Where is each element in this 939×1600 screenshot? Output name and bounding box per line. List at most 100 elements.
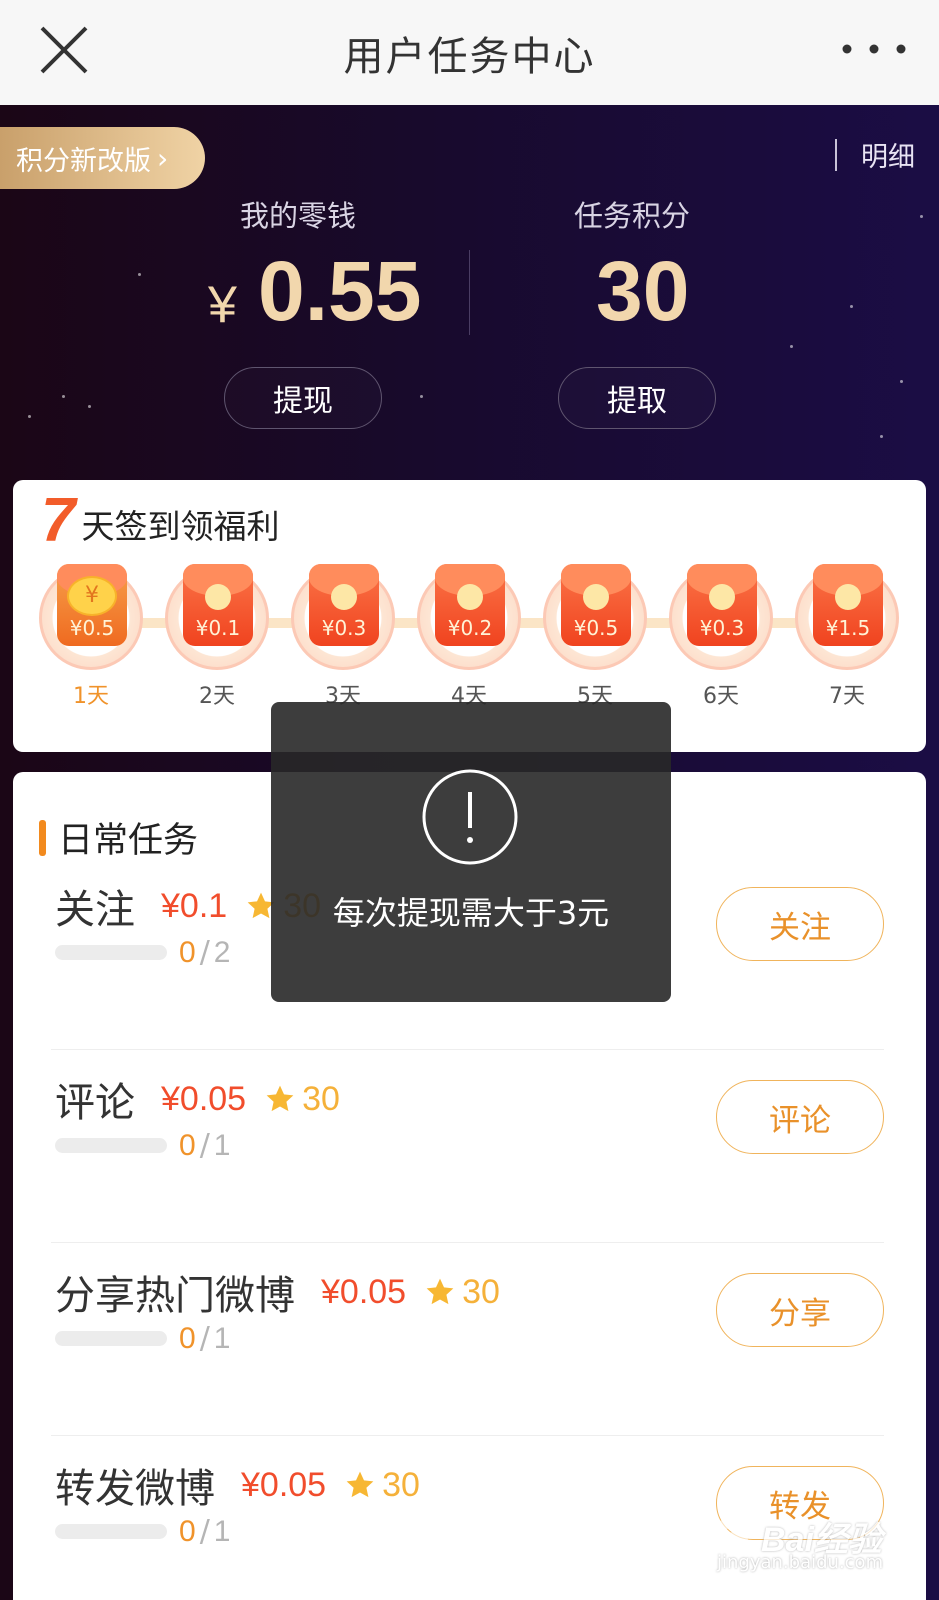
star-icon: [266, 1085, 294, 1112]
points-revamp-badge[interactable]: 积分新改版 ›: [0, 127, 205, 189]
red-packet-icon: ¥0.2: [435, 564, 505, 646]
red-packet-icon: ¥0.3: [309, 564, 379, 646]
progress-total: 2: [213, 935, 231, 969]
progress-bar: [55, 1524, 167, 1539]
task-reward-money: ¥0.05: [241, 1465, 327, 1504]
wallet-label: 我的零钱: [240, 199, 357, 233]
day-amount: ¥0.3: [699, 616, 745, 640]
star-icon: [346, 1471, 374, 1498]
nav-bar: 用户任务中心: [0, 0, 939, 105]
follow-button[interactable]: 关注: [716, 887, 884, 961]
progress-current: 0: [179, 935, 196, 969]
day-label: 2天: [199, 684, 235, 709]
task-name: 转发微博: [55, 1466, 215, 1512]
star-icon: [426, 1278, 454, 1305]
tasks-header: 日常任务: [39, 812, 198, 863]
day-label: 1天: [73, 684, 109, 709]
day-amount: ¥0.5: [69, 616, 115, 640]
task-progress: 0 / 1: [55, 1128, 230, 1163]
detail-link[interactable]: 明细: [835, 135, 915, 174]
page-title: 用户任务中心: [343, 33, 596, 80]
separator: [835, 138, 837, 171]
progress-total: 1: [213, 1321, 231, 1355]
task-name: 分享热门微博: [55, 1273, 295, 1319]
signin-day-7[interactable]: ¥1.5 7天: [795, 564, 899, 709]
progress-current: 0: [179, 1128, 196, 1162]
task-reward-money: ¥0.1: [161, 886, 228, 925]
signin-title: 7 天签到领福利: [41, 490, 279, 552]
share-button[interactable]: 分享: [716, 1273, 884, 1347]
toast: 每次提现需大于3元: [271, 702, 671, 1002]
day-amount: ¥0.1: [195, 616, 241, 640]
more-icon[interactable]: [839, 36, 909, 62]
signin-day-2[interactable]: ¥0.1 2天: [165, 564, 269, 709]
red-packet-icon: ¥0.3: [687, 564, 757, 646]
task-reward-points: 30: [302, 1079, 340, 1118]
points-value: 30: [596, 244, 690, 338]
progress-separator: /: [199, 1128, 210, 1163]
day-amount: ¥0.3: [321, 616, 367, 640]
currency-symbol: ¥: [208, 276, 237, 334]
red-packet-icon: ¥0.5: [561, 564, 631, 646]
signin-day-5[interactable]: ¥0.5 5天: [543, 564, 647, 709]
progress-bar: [55, 1331, 167, 1346]
day-amount: ¥0.2: [447, 616, 493, 640]
progress-total: 1: [213, 1128, 231, 1162]
wallet-amount: 0.55: [258, 244, 422, 338]
progress-separator: /: [199, 1514, 210, 1549]
redeem-button[interactable]: 提取: [558, 367, 716, 429]
progress-current: 0: [179, 1514, 196, 1548]
signin-day-1[interactable]: ¥ ¥0.5 1天: [39, 564, 143, 709]
red-packet-icon: ¥0.1: [183, 564, 253, 646]
progress-separator: /: [199, 1321, 210, 1356]
task-progress: 0 / 1: [55, 1514, 230, 1549]
toast-message: 每次提现需大于3元: [332, 894, 610, 932]
progress-separator: /: [199, 935, 210, 970]
watermark-url: jingyan.baidu.com: [717, 1552, 884, 1573]
stat-divider: [469, 250, 470, 335]
day-label: 7天: [829, 684, 865, 709]
task-name: 评论: [55, 1080, 135, 1126]
paw-icon: [718, 1513, 756, 1549]
exclamation-icon: [422, 769, 518, 865]
task-progress: 0 / 2: [55, 935, 230, 970]
coin-icon: [331, 584, 357, 610]
task-progress: 0 / 1: [55, 1321, 230, 1356]
day-amount: ¥1.5: [825, 616, 871, 640]
task-reward-money: ¥0.05: [321, 1272, 407, 1311]
detail-label: 明细: [861, 142, 915, 173]
header-accent-bar: [39, 819, 46, 856]
day-amount: ¥0.5: [573, 616, 619, 640]
progress-bar: [55, 945, 167, 960]
progress-total: 1: [213, 1514, 231, 1548]
watermark-logo: Bai经验 jingyan.baidu.com: [715, 1512, 925, 1576]
coin-icon: [709, 584, 735, 610]
signin-day-6[interactable]: ¥0.3 6天: [669, 564, 773, 709]
progress-current: 0: [179, 1321, 196, 1355]
task-row-share: 分享热门微博 ¥0.05 30 0 / 1 分享: [51, 1243, 884, 1436]
task-reward-points: 30: [462, 1272, 500, 1311]
coin-icon: [583, 584, 609, 610]
coin-icon: [205, 584, 231, 610]
task-name: 关注: [55, 887, 135, 933]
coin-icon: ¥: [67, 576, 117, 616]
chevron-right-icon: ›: [157, 141, 169, 175]
comment-button[interactable]: 评论: [716, 1080, 884, 1154]
badge-label: 积分新改版: [16, 145, 151, 177]
signin-day-4[interactable]: ¥0.2 4天: [417, 564, 521, 709]
day-label: 6天: [703, 684, 739, 709]
close-icon[interactable]: [36, 22, 92, 78]
signin-big-number: 7: [41, 486, 76, 555]
task-reward-money: ¥0.05: [161, 1079, 247, 1118]
task-reward-points: 30: [382, 1465, 420, 1504]
red-packet-icon: ¥ ¥0.5: [57, 564, 127, 646]
signin-title-text: 天签到领福利: [81, 507, 280, 546]
withdraw-button[interactable]: 提现: [224, 367, 382, 429]
points-label: 任务积分: [574, 199, 691, 233]
task-row-comment: 评论 ¥0.05 30 0 / 1 评论: [51, 1050, 884, 1243]
tasks-title: 日常任务: [58, 821, 199, 861]
progress-bar: [55, 1138, 167, 1153]
signin-day-3[interactable]: ¥0.3 3天: [291, 564, 395, 709]
coin-icon: [457, 584, 483, 610]
coin-icon: [835, 584, 861, 610]
